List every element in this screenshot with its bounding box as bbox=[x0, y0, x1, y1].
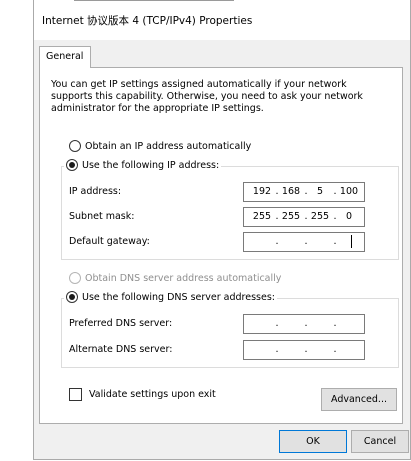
ip-manual-label: Use the following IP address: bbox=[82, 159, 220, 171]
octet-separator: . bbox=[275, 344, 279, 355]
ip-auto-option[interactable]: Obtain an IP address automatically bbox=[69, 140, 251, 152]
subnet-octet-2: 255 bbox=[281, 211, 301, 222]
window-title: Internet 协议版本 4 (TCP/IPv4) Properties bbox=[42, 15, 253, 27]
octet-separator: . bbox=[333, 236, 337, 247]
dns-manual-option[interactable]: Use the following DNS server addresses: bbox=[64, 291, 277, 303]
tab-general[interactable]: General bbox=[39, 46, 91, 68]
validate-label: Validate settings upon exit bbox=[89, 389, 216, 400]
dns-auto-label: Obtain DNS server address automatically bbox=[85, 272, 282, 284]
octet-separator: . bbox=[304, 236, 308, 247]
advanced-button[interactable]: Advanced... bbox=[321, 388, 397, 411]
ip-address-label: IP address: bbox=[69, 186, 122, 197]
subnet-octet-4: 0 bbox=[345, 211, 353, 222]
default-gateway-label: Default gateway: bbox=[69, 236, 150, 247]
tcpip-properties-dialog: Internet 协议版本 4 (TCP/IPv4) Properties Ge… bbox=[33, 0, 411, 460]
preferred-dns-label: Preferred DNS server: bbox=[69, 318, 173, 329]
ip-octet-2: 168 bbox=[281, 186, 301, 197]
preferred-dns-input[interactable]: . . . bbox=[243, 314, 365, 334]
ip-octet-3: 5 bbox=[316, 186, 324, 197]
octet-separator: . bbox=[333, 318, 337, 329]
dns-auto-radio[interactable] bbox=[69, 272, 81, 284]
subnet-octet-3: 255 bbox=[310, 211, 330, 222]
title-bar[interactable]: Internet 协议版本 4 (TCP/IPv4) Properties bbox=[34, 0, 410, 40]
ip-auto-label: Obtain an IP address automatically bbox=[85, 140, 252, 152]
text-caret bbox=[351, 235, 352, 248]
ip-manual-radio[interactable] bbox=[66, 159, 78, 171]
subnet-octet-1: 255 bbox=[252, 211, 272, 222]
ip-address-input[interactable]: 192 . 168 . 5 . 100 bbox=[243, 182, 365, 202]
octet-separator: . bbox=[304, 344, 308, 355]
octet-separator: . bbox=[304, 318, 308, 329]
dns-auto-option[interactable]: Obtain DNS server address automatically bbox=[69, 272, 281, 284]
tab-general-label: General bbox=[46, 51, 84, 62]
dns-manual-radio[interactable] bbox=[66, 291, 78, 303]
ip-octet-4: 100 bbox=[339, 186, 359, 197]
title-divider bbox=[74, 0, 234, 1]
alternate-dns-input[interactable]: . . . bbox=[243, 340, 365, 360]
subnet-mask-input[interactable]: 255 . 255 . 255 . 0 bbox=[243, 207, 365, 227]
info-text: You can get IP settings assigned automat… bbox=[51, 79, 363, 114]
octet-separator: . bbox=[275, 318, 279, 329]
ip-manual-option[interactable]: Use the following IP address: bbox=[64, 159, 222, 171]
octet-separator: . bbox=[333, 344, 337, 355]
ok-button[interactable]: OK bbox=[279, 430, 347, 453]
subnet-mask-label: Subnet mask: bbox=[69, 211, 135, 222]
octet-separator: . bbox=[275, 236, 279, 247]
ip-octet-1: 192 bbox=[252, 186, 272, 197]
ip-auto-radio[interactable] bbox=[69, 140, 81, 152]
validate-checkbox[interactable] bbox=[69, 388, 82, 401]
dns-manual-label: Use the following DNS server addresses: bbox=[82, 291, 275, 303]
cancel-button[interactable]: Cancel bbox=[351, 430, 409, 453]
alternate-dns-label: Alternate DNS server: bbox=[69, 344, 173, 355]
default-gateway-input[interactable]: . . . bbox=[243, 232, 365, 252]
